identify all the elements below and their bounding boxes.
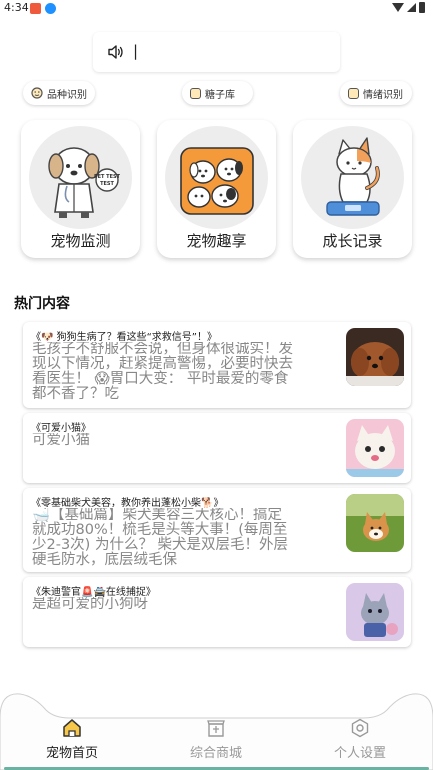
breed-recognition-chip[interactable]: 品种识别 [23,81,95,105]
article-title: 《可爱小猫》 [31,423,91,434]
signal-icon [407,3,416,12]
book-icon [190,87,201,99]
growth-record-card[interactable]: 成长记录 [293,120,412,258]
article-card[interactable]: 《朱迪警官🚨🚔在线捕捉》 是超可爱的小狗呀 [23,577,411,647]
emotion-recognition-chip[interactable]: 情绪识别 [340,81,412,105]
pet-group-illustration [165,126,268,229]
settings-icon [351,718,369,738]
nav-mall[interactable]: 综合商城 [171,718,261,761]
article-body: 可爱小猫 [32,433,90,448]
home-icon [63,719,81,737]
pet-fun-card[interactable]: 宠物趣享 [157,120,276,258]
card-label: 宠物趣享 [186,232,247,250]
battery-icon [419,2,425,13]
status-time: 4:34 [4,1,29,14]
article-card[interactable]: 《可爱小猫》 可爱小猫 [23,413,411,483]
card-label: 成长记录 [322,232,383,250]
face-scan-icon [31,87,43,99]
article-title: 《🐶 狗狗生病了？看这些“求救信号”！》 [31,332,217,343]
card-label: 宠物监测 [50,232,111,250]
article-title: 《朱迪警官🚨🚔在线捕捉》 [31,587,156,598]
hot-content-title: 热门内容 [14,296,70,312]
speaker-icon[interactable] [107,43,125,61]
nav-label: 综合商城 [189,746,242,761]
article-body: 🛁【基础篇】柴犬美容三大核心！搞定就成功80%！梳毛是头等大事！(每周至少2-3… [32,508,289,568]
nav-home[interactable]: 宠物首页 [27,718,117,761]
cat-scale-illustration [301,126,404,229]
svg-text:TEST: TEST [100,181,114,187]
article-body: 是超可爱的小狗呀 [32,597,148,612]
article-thumbnail [346,583,404,641]
chip-label: 品种识别 [47,89,87,101]
notification-download-icon [45,3,56,14]
article-card[interactable]: 《零基础柴犬美容，教你养出蓬松小柴🐕》 🛁【基础篇】柴犬美容三大核心！搞定就成功… [23,488,411,572]
text-cursor: | [133,42,139,60]
nav-label: 个人设置 [333,746,386,761]
pet-monitoring-card[interactable]: PET TEST TEST 宠物监测 [21,120,140,258]
chip-label: 情绪识别 [363,89,403,101]
pet-library-chip[interactable]: 糖子库 [182,81,253,105]
chip-label: 糖子库 [205,89,235,101]
article-body: 毛孩子不舒服不会说，但身体很诚实！发现以下情况，赶紧提高警惕，必要时快去看医生！… [32,342,293,402]
pet-test-badge-text: PET TEST [94,174,121,180]
nav-label: 宠物首页 [45,746,98,761]
bottom-navigation: 宠物首页 综合商城 个人设置 [0,688,433,770]
pet-doctor-illustration: PET TEST TEST [29,126,132,229]
article-title: 《零基础柴犬美容，教你养出蓬松小柴🐕》 [31,498,224,509]
status-indicators [392,2,425,13]
shop-icon [207,720,225,737]
status-bar: 4:34 [0,0,433,18]
article-card[interactable]: 《🐶 狗狗生病了？看这些“求救信号”！》 毛孩子不舒服不会说，但身体很诚实！发现… [23,322,411,408]
notification-app-icon [30,3,41,14]
article-thumbnail [346,419,404,477]
article-thumbnail [346,328,404,386]
article-thumbnail [346,494,404,552]
book-icon [348,87,359,99]
voice-search-box[interactable]: | [93,32,340,72]
wifi-icon [392,3,404,12]
nav-settings[interactable]: 个人设置 [315,718,405,761]
